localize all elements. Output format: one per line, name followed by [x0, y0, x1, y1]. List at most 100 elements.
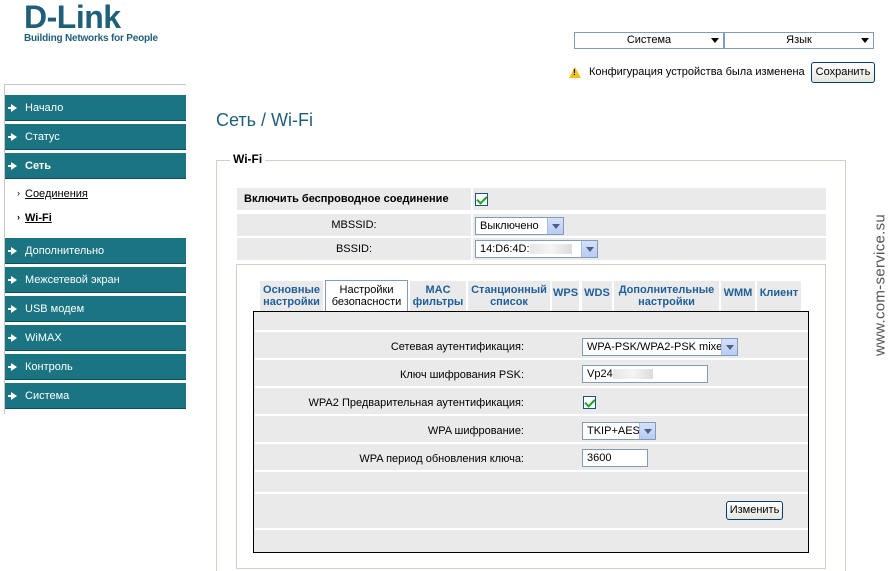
chevron-down-icon [861, 38, 869, 43]
sidebar-item-status[interactable]: Статус [5, 124, 186, 150]
enable-wireless-label: Включить беспроводное соединение [237, 188, 471, 210]
sidebar-item-advanced[interactable]: Дополнительно [5, 238, 186, 264]
page-title: Сеть / Wi-Fi [216, 110, 314, 130]
mbssid-cell: Выключено [473, 214, 826, 236]
sidebar-subitem-label: Wi-Fi [25, 212, 52, 224]
bssid-select[interactable]: 14:D6:4D: [475, 240, 598, 258]
arrow-right-icon [8, 392, 17, 400]
redacted-value [612, 369, 653, 380]
wpa-encryption-row: WPA шифрование: TKIP+AES [255, 418, 808, 444]
sidebar-item-wimax[interactable]: WiMAX [5, 325, 186, 351]
form-spacer-row [255, 474, 808, 494]
psk-value: Vp24 [587, 368, 613, 380]
bssid-value: 14:D6:4D: [480, 243, 530, 255]
tab-label-line1: Настройки [339, 284, 394, 296]
rekey-input[interactable]: 3600 [582, 449, 648, 467]
tab-wps[interactable]: WPS [552, 281, 579, 311]
tab-basic-settings[interactable]: Основные настройки [260, 281, 323, 311]
mbssid-select[interactable]: Выключено [475, 217, 564, 235]
chevron-down-icon [711, 38, 719, 43]
sidebar-subitem-connections[interactable]: › Соединения [17, 188, 88, 200]
watermark-text: www.com-service.su [871, 213, 889, 357]
sidebar: Начало Статус Сеть › Соединения › Wi-Fi … [4, 84, 186, 414]
sidebar-item-system[interactable]: Система [5, 383, 186, 409]
arrow-right-icon [8, 162, 17, 170]
system-select[interactable]: Система [574, 32, 724, 49]
tab-label-line1: Дополнительные [618, 284, 715, 296]
tab-label-line2: настройки [263, 296, 320, 308]
sidebar-item-label: Начало [25, 102, 64, 114]
tab-security-settings[interactable]: Настройки безопасности [325, 280, 408, 312]
language-select[interactable]: Язык [724, 32, 874, 49]
rekey-row: WPA период обновления ключа: 3600 [255, 446, 808, 472]
bssid-label: BSSID: [237, 238, 471, 260]
rekey-label: WPA период обновления ключа: [359, 453, 524, 465]
mbssid-row: MBSSID: Выключено [237, 214, 826, 236]
tab-wds[interactable]: WDS [582, 281, 612, 311]
arrow-right-icon [8, 133, 17, 141]
arrow-right-icon [8, 247, 17, 255]
form-spacer-row [255, 314, 808, 332]
psk-label: Ключ шифрования PSK: [399, 369, 524, 381]
sidebar-item-label: Статус [25, 131, 60, 143]
sidebar-item-start[interactable]: Начало [5, 95, 186, 121]
sidebar-item-network[interactable]: Сеть [5, 153, 186, 179]
mbssid-label: MBSSID: [237, 214, 471, 236]
sidebar-item-label: Дополнительно [25, 245, 105, 257]
tab-label-line1: WDS [584, 287, 610, 299]
tab-station-list[interactable]: Станционный список [468, 281, 550, 311]
sidebar-item-control[interactable]: Контроль [5, 354, 186, 380]
arrow-right-icon [8, 276, 17, 284]
mbssid-value: Выключено [480, 220, 539, 232]
tab-label-line1: WMM [723, 287, 753, 299]
form-spacer-row [255, 532, 808, 552]
tab-label-line1: Основные [263, 284, 320, 296]
tab-mac-filters[interactable]: MAC фильтры [410, 281, 466, 311]
save-button[interactable]: Сохранить [811, 62, 875, 83]
sidebar-item-label: Сеть [25, 160, 52, 172]
sidebar-subitem-wifi[interactable]: › Wi-Fi [17, 212, 52, 224]
logo-brand: D-Link [24, 0, 121, 35]
change-button[interactable]: Изменить [726, 501, 783, 520]
tab-client[interactable]: Клиент [757, 281, 801, 311]
chevron-down-icon [581, 241, 597, 257]
dlink-logo: D-Link Building Networks for People [24, 0, 158, 44]
arrow-right-icon [8, 305, 17, 313]
sidebar-item-usb-modem[interactable]: USB модем [5, 296, 186, 322]
tab-label-line1: MAC [425, 284, 451, 296]
wpa-encryption-value: TKIP+AES [587, 425, 640, 437]
sidebar-item-label: Контроль [25, 361, 73, 373]
tab-label-line2: безопасности [331, 296, 402, 308]
redacted-value [529, 244, 572, 255]
chevron-down-icon [547, 218, 563, 234]
enable-wireless-cell [473, 188, 826, 210]
sidebar-item-label: Система [25, 390, 70, 402]
logo-tagline: Building Networks for People [24, 33, 158, 44]
warning-icon [569, 66, 581, 78]
system-select-label: Система [626, 34, 672, 46]
wpa2-preauth-checkbox[interactable] [583, 396, 596, 409]
tab-wmm[interactable]: WMM [721, 281, 755, 311]
tab-label-line1: WPS [552, 287, 579, 299]
auth-label: Сетевая аутентификация: [390, 341, 524, 353]
notice-text: Конфигурация устройства была изменена [589, 66, 805, 78]
tab-advanced-settings[interactable]: Дополнительные настройки [614, 281, 719, 311]
watermark: www.com-service.su [860, 210, 892, 360]
enable-wireless-row: Включить беспроводное соединение [237, 188, 826, 210]
wpa2-preauth-label: WPA2 Предварительная аутентификация: [308, 397, 524, 409]
config-changed-notice: Конфигурация устройства была изменена [569, 66, 805, 78]
tab-label-line1: Клиент [759, 287, 799, 299]
wpa-encryption-label: WPA шифрование: [427, 425, 524, 437]
auth-row: Сетевая аутентификация: WPA-PSK/WPA2-PSK… [255, 334, 808, 360]
bssid-row: BSSID: 14:D6:4D: [237, 238, 826, 260]
psk-row: Ключ шифрования PSK: Vp24 [255, 362, 808, 388]
psk-input[interactable]: Vp24 [582, 365, 708, 383]
wpa2-preauth-row: WPA2 Предварительная аутентификация: [255, 390, 808, 416]
auth-value: WPA-PSK/WPA2-PSK mixed [587, 341, 729, 353]
wpa-encryption-select[interactable]: TKIP+AES [582, 422, 656, 440]
tab-label-line1: Станционный [471, 284, 547, 296]
auth-select[interactable]: WPA-PSK/WPA2-PSK mixed [582, 338, 738, 356]
enable-wireless-checkbox[interactable] [475, 193, 488, 206]
bullet-icon: › [17, 212, 20, 222]
sidebar-item-firewall[interactable]: Межсетевой экран [5, 267, 186, 293]
